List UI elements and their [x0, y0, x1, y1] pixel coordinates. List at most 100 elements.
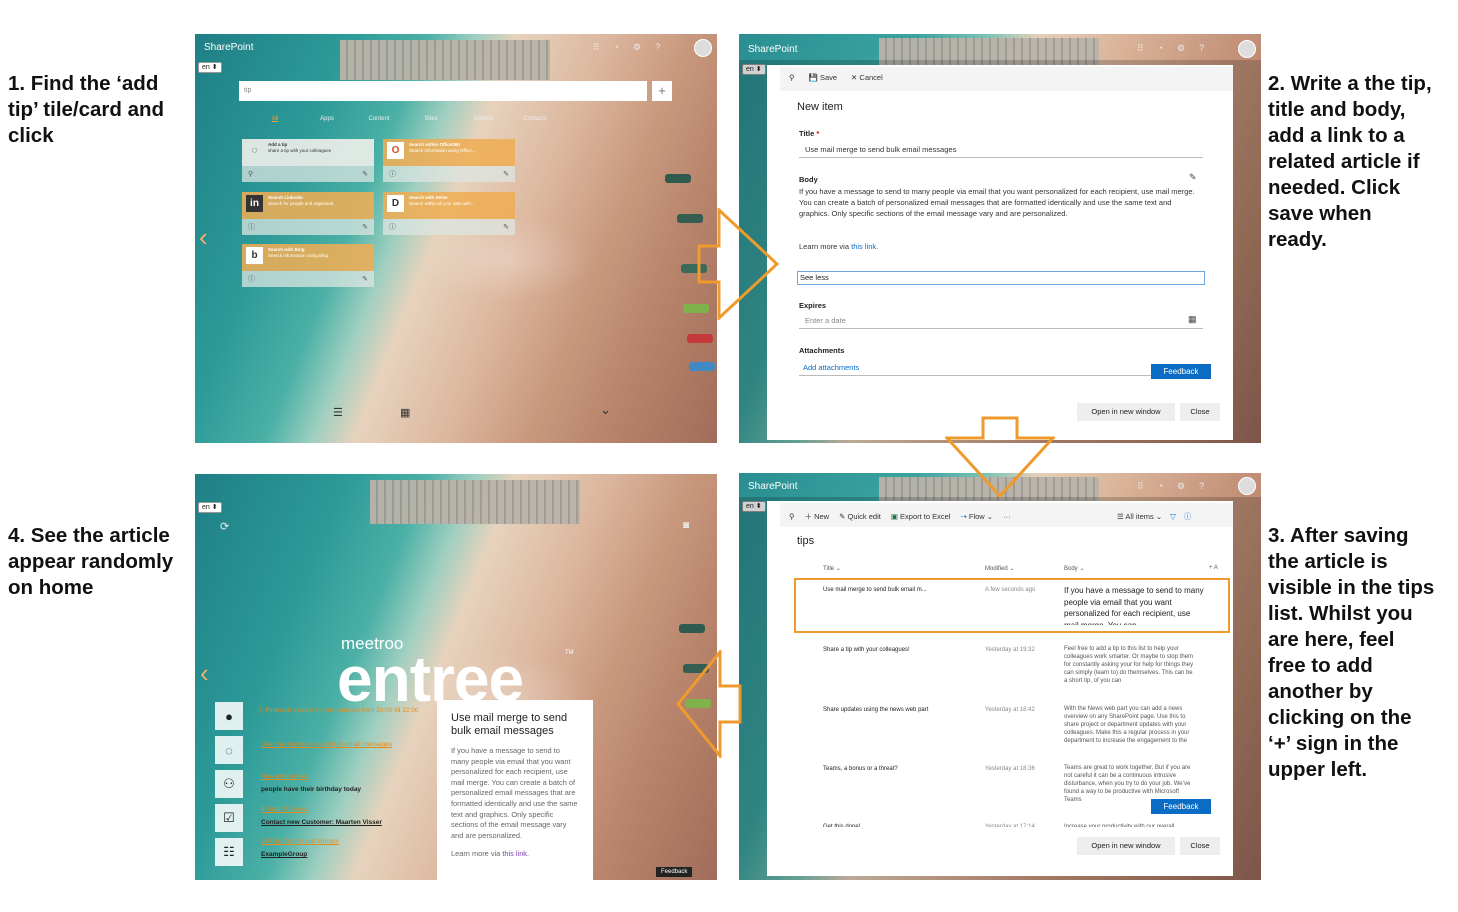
- chevron-left-icon[interactable]: ‹: [199, 222, 208, 253]
- info-icon[interactable]: ⓘ: [248, 274, 255, 284]
- tab-apps[interactable]: Apps: [301, 116, 353, 122]
- tab-sites[interactable]: Sites: [405, 116, 457, 122]
- see-less-button[interactable]: See less: [797, 271, 1205, 285]
- col-header-modified[interactable]: Modified ⌄: [985, 565, 1014, 572]
- avatar[interactable]: [1238, 40, 1256, 58]
- col-header-title[interactable]: Title ⌄: [823, 565, 841, 572]
- tab-all[interactable]: All: [249, 116, 301, 122]
- chevron-left-icon[interactable]: ‹: [200, 658, 209, 689]
- feedback-button[interactable]: Feedback: [656, 867, 693, 877]
- this-link[interactable]: this link.: [851, 242, 878, 251]
- close-button[interactable]: Close: [1180, 403, 1220, 421]
- feedback-button[interactable]: Feedback: [1151, 799, 1211, 814]
- ticker-contact[interactable]: Contact new Customer: Maarten Visser: [261, 818, 382, 827]
- open-new-window-button[interactable]: Open in new window: [1077, 403, 1175, 421]
- save-button[interactable]: 💾 Save: [809, 73, 838, 82]
- edit-icon[interactable]: ✎: [503, 223, 509, 231]
- avatar[interactable]: [694, 39, 712, 57]
- arrow-left-icon: [676, 650, 742, 758]
- step-3-instructions: 3. After saving the article is visible i…: [1268, 524, 1435, 781]
- quick-edit-button[interactable]: ✎ Quick edit: [839, 512, 881, 521]
- tab-content[interactable]: Content: [353, 116, 405, 122]
- info-icon[interactable]: ⓘ: [248, 222, 255, 232]
- filter-icon[interactable]: ▽: [1170, 512, 1176, 521]
- all-items-view[interactable]: ☰ All items ⌄: [1117, 512, 1162, 521]
- ticker-group[interactable]: ExampleGroup: [261, 850, 307, 859]
- ticker-tip[interactable]: Use mail merge to send bulk email messag…: [261, 740, 392, 749]
- feedback-button[interactable]: Feedback: [1151, 364, 1211, 379]
- tasks-icon[interactable]: ☑: [215, 804, 243, 832]
- open-new-window-button[interactable]: Open in new window: [1077, 837, 1175, 855]
- ticker-maintenance[interactable]: ⓘ Financial system in maintenance from 2…: [257, 706, 419, 715]
- body-label: Body: [799, 175, 818, 184]
- search-icon[interactable]: ⚲: [789, 73, 795, 82]
- new-item-dialog: ⚲ 💾 Save ✕ Cancel New item Title * Use m…: [767, 65, 1233, 440]
- sharepoint-brand[interactable]: SharePoint: [748, 481, 797, 492]
- camera-icon[interactable]: ◙: [683, 520, 689, 531]
- news-icon[interactable]: ☷: [215, 838, 243, 866]
- expires-date-input[interactable]: Enter a date: [799, 316, 1203, 329]
- tile-search-delve[interactable]: D Search with Delve Search within all your…: [383, 192, 515, 235]
- sharepoint-brand[interactable]: SharePoint: [748, 44, 797, 55]
- ticker-birthdays[interactable]: people have their birthday today: [261, 785, 361, 794]
- tile-search-bing[interactable]: b Search with Bing Search information usin…: [242, 244, 374, 287]
- search-icon[interactable]: ⚲: [789, 512, 795, 521]
- edit-icon[interactable]: ✎: [503, 170, 509, 178]
- list-title: tips: [797, 535, 815, 547]
- pier-image: [340, 40, 550, 80]
- ticker-new-employees[interactable]: New employees: [261, 772, 307, 781]
- add-button[interactable]: +: [652, 81, 672, 101]
- tile-search-linkedin[interactable]: in Search LinkedIn Search for people and o…: [242, 192, 374, 235]
- learn-more-text: Learn more via this link.: [799, 242, 879, 251]
- edit-icon[interactable]: ✎: [362, 170, 368, 178]
- language-select[interactable]: en ⬍: [198, 62, 222, 73]
- avatar[interactable]: [1238, 477, 1256, 495]
- pin-icon[interactable]: ⚲: [248, 170, 253, 178]
- chevron-double-down-icon[interactable]: ⌄: [600, 402, 611, 418]
- list-view-icon[interactable]: ☰: [333, 406, 343, 419]
- info-icon[interactable]: ⓘ: [389, 169, 396, 179]
- col-header-body[interactable]: Body ⌄: [1064, 565, 1084, 572]
- new-button[interactable]: ＋ New: [805, 511, 830, 522]
- tile-add-a-tip[interactable]: ◌ Add a tip share a tip with your colleagu…: [242, 139, 374, 182]
- suite-icons[interactable]: ⠿◔⚙?: [593, 42, 674, 53]
- edit-icon[interactable]: ✎: [1189, 172, 1197, 183]
- title-input[interactable]: Use mail merge to send bulk email messag…: [799, 145, 1203, 158]
- search-input[interactable]: tip: [239, 81, 647, 101]
- export-excel-button[interactable]: ▣ Export to Excel: [891, 512, 951, 521]
- cancel-button[interactable]: ✕ Cancel: [851, 73, 883, 82]
- suite-icons[interactable]: ⠿◔⚙?: [1137, 43, 1218, 54]
- ticker-teams[interactable]: 164 My Teams and Groups: [261, 837, 339, 846]
- ticker-tasks[interactable]: 4 Total SP tasks: [261, 805, 307, 814]
- tab-contacts[interactable]: Contacts: [509, 116, 561, 122]
- info-icon[interactable]: ⓘ: [1184, 511, 1192, 522]
- refresh-icon[interactable]: ⟳: [220, 520, 229, 533]
- panel-1-search-screen: SharePoint ⠿◔⚙? en ⬍ tip + All Apps Cont…: [195, 34, 717, 443]
- more-button[interactable]: ···: [1003, 512, 1011, 521]
- title-label: Title *: [799, 129, 820, 138]
- add-attachments-link[interactable]: Add attachments: [799, 363, 1203, 376]
- suite-icons[interactable]: ⠿◔⚙?: [1137, 481, 1218, 492]
- lightbulb-icon: ◌: [251, 145, 258, 156]
- search-tabs: All Apps Content Sites Actions Contacts: [249, 116, 561, 122]
- tab-actions[interactable]: Actions: [457, 116, 509, 122]
- add-column-button[interactable]: + A: [1209, 565, 1218, 571]
- popup-link[interactable]: this link.: [502, 849, 529, 858]
- close-button[interactable]: Close: [1180, 837, 1220, 855]
- edit-icon[interactable]: ✎: [362, 223, 368, 231]
- body-text[interactable]: If you have a message to send to many pe…: [799, 186, 1199, 219]
- lightbulb-icon[interactable]: ◌: [215, 736, 243, 764]
- sharepoint-brand[interactable]: SharePoint: [204, 42, 253, 53]
- flow-button[interactable]: ⇢ Flow ⌄: [960, 512, 993, 521]
- info-icon[interactable]: ⓘ: [389, 222, 396, 232]
- expires-label: Expires: [799, 301, 827, 310]
- language-select[interactable]: en ⬍: [198, 502, 222, 513]
- linkedin-icon: in: [246, 195, 263, 212]
- people-icon[interactable]: ⚇: [215, 770, 243, 798]
- tile-search-office365[interactable]: O Search within Office365 Search informati…: [383, 139, 515, 182]
- alert-icon[interactable]: ●: [215, 702, 243, 730]
- calendar-icon[interactable]: ▦: [1188, 314, 1197, 325]
- tip-popup[interactable]: Use mail merge to send bulk email messag…: [437, 700, 593, 880]
- edit-icon[interactable]: ✎: [362, 275, 368, 283]
- grid-view-icon[interactable]: ▦: [400, 406, 410, 419]
